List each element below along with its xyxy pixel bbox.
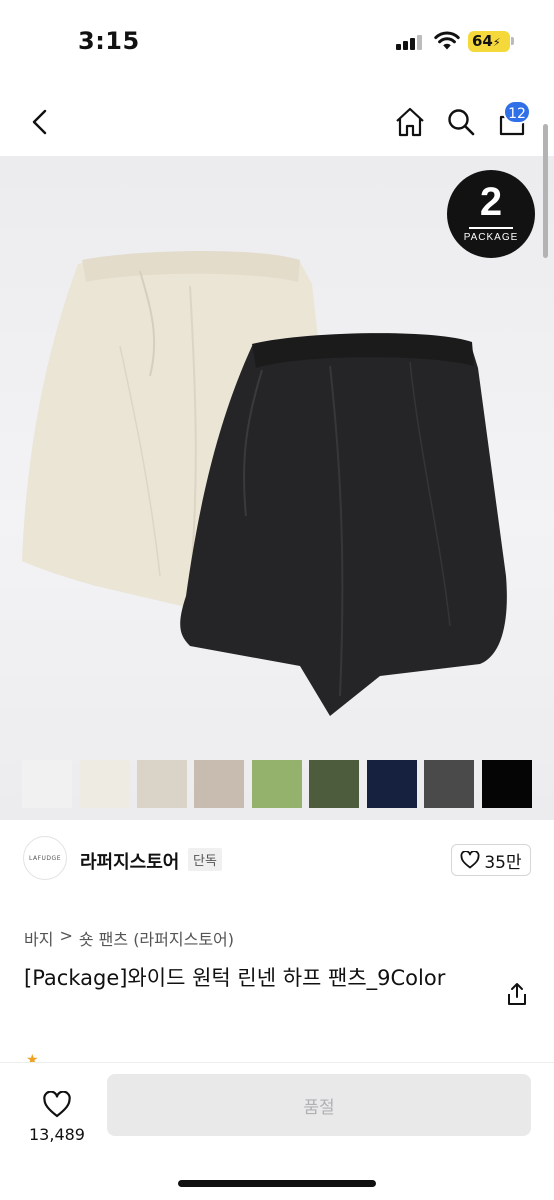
color-swatch[interactable] xyxy=(194,760,244,808)
back-icon xyxy=(32,109,47,135)
top-nav-bar xyxy=(0,90,554,154)
color-swatch[interactable] xyxy=(22,760,72,808)
exclusive-tag: 단독 xyxy=(188,848,222,871)
battery-indicator: 64⚡ xyxy=(468,31,510,52)
breadcrumb-category[interactable]: 바지 xyxy=(24,926,53,950)
package-count: 2 xyxy=(479,180,503,224)
product-title: [Package]와이드 원턱 린넨 하프 팬츠_9Color xyxy=(24,966,446,990)
store-like-button[interactable]: 35만 xyxy=(451,844,531,876)
share-icon[interactable] xyxy=(504,981,530,1007)
battery-tip xyxy=(511,37,514,45)
battery-level: 64 xyxy=(472,32,493,50)
cellular-signal-icon xyxy=(396,34,422,50)
search-button[interactable] xyxy=(441,102,481,142)
store-name[interactable]: 라퍼지스토어 xyxy=(80,848,179,874)
shorts-illustration xyxy=(22,250,507,716)
heart-icon xyxy=(460,851,480,869)
color-swatch[interactable] xyxy=(367,760,417,808)
status-bar: 3:15 64⚡ xyxy=(0,0,554,84)
color-swatch[interactable] xyxy=(482,760,532,808)
color-swatch[interactable] xyxy=(80,760,130,808)
breadcrumb: 바지 > 숏 팬츠 (라퍼지스토어) xyxy=(24,926,234,950)
cart-count-badge: 12 xyxy=(503,100,531,124)
back-button[interactable] xyxy=(20,102,60,142)
color-swatch[interactable] xyxy=(137,760,187,808)
wishlist-button[interactable]: 13,489 xyxy=(22,1079,92,1144)
wishlist-count: 13,489 xyxy=(29,1125,85,1144)
status-time: 3:15 xyxy=(78,27,140,55)
package-badge: 2 PACKAGE xyxy=(447,170,535,258)
bottom-action-bar: 13,489 품절 xyxy=(0,1062,554,1200)
color-swatches xyxy=(0,760,554,810)
search-icon xyxy=(448,109,475,136)
star-icon: ★ xyxy=(26,1052,39,1062)
color-swatch[interactable] xyxy=(424,760,474,808)
home-indicator xyxy=(178,1180,376,1187)
wifi-icon xyxy=(434,31,460,50)
store-like-count: 35만 xyxy=(484,852,522,873)
store-logo[interactable]: LAFUDGE xyxy=(23,836,67,880)
color-swatch[interactable] xyxy=(309,760,359,808)
breadcrumb-subcategory[interactable]: 숏 팬츠 (라퍼지스토어) xyxy=(79,926,234,950)
heart-icon xyxy=(43,1091,71,1118)
rating-row-peek: ★ xyxy=(26,1052,39,1062)
store-logo-text: LAFUDGE xyxy=(29,854,61,862)
store-row: LAFUDGE 라퍼지스토어 단독 35만 xyxy=(0,822,554,902)
package-label: PACKAGE xyxy=(463,232,519,243)
color-swatch[interactable] xyxy=(252,760,302,808)
home-icon xyxy=(396,107,424,137)
product-image[interactable] xyxy=(0,156,554,820)
sold-out-button[interactable]: 품절 xyxy=(107,1074,531,1136)
scrollbar-thumb[interactable] xyxy=(543,124,548,258)
package-divider xyxy=(469,227,513,229)
home-button[interactable] xyxy=(390,102,430,142)
breadcrumb-separator: > xyxy=(59,926,73,945)
